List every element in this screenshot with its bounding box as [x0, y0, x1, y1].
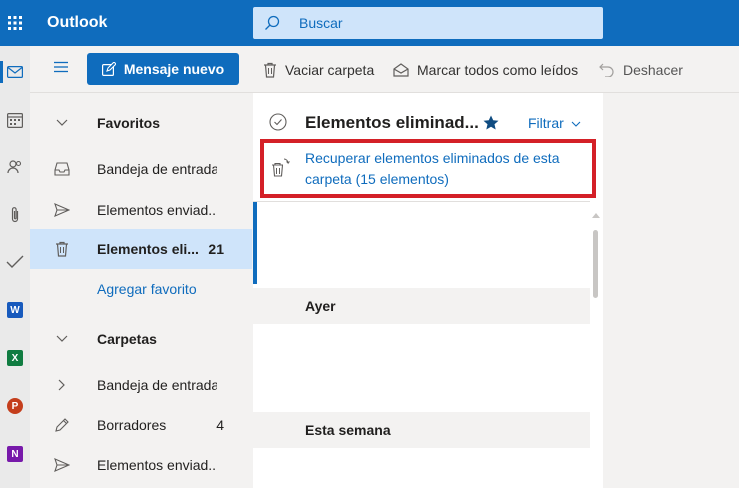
recover-trash-icon — [269, 157, 291, 184]
word-icon[interactable]: W — [0, 293, 30, 327]
todo-icon[interactable] — [0, 245, 30, 279]
fav-inbox-label: Bandeja de entrada — [97, 161, 217, 177]
app-title[interactable]: Outlook — [47, 0, 107, 46]
folder-inbox-item[interactable]: Bandeja de entrada — [30, 365, 252, 405]
fav-sent-item[interactable]: Elementos enviad... — [30, 190, 252, 230]
attach-icon[interactable] — [0, 198, 30, 232]
scrollbar-thumb[interactable] — [593, 230, 598, 298]
new-message-label: Mensaje nuevo — [123, 61, 225, 77]
top-bar: Outlook — [0, 0, 739, 46]
scroll-up-icon[interactable] — [592, 205, 600, 223]
folder-drafts-label: Borradores — [97, 417, 167, 433]
fav-inbox-item[interactable]: Bandeja de entrada — [30, 149, 252, 189]
empty-folder-button[interactable]: Vaciar carpeta — [263, 46, 374, 93]
group-yesterday-label: Ayer — [305, 298, 336, 314]
fav-deleted-count: 21 — [208, 241, 224, 257]
inbox-icon — [54, 161, 70, 177]
calendar-icon[interactable] — [0, 103, 30, 137]
list-scrollbar[interactable] — [590, 202, 603, 488]
mark-all-read-button[interactable]: Marcar todos como leídos — [393, 46, 578, 93]
recover-deleted-link[interactable]: Recuperar elementos eliminados de esta c… — [305, 148, 595, 190]
add-favorite-label: Agregar favorito — [97, 281, 197, 297]
reading-pane — [603, 93, 739, 488]
fav-deleted-item[interactable]: Elementos eli... 21 — [30, 229, 252, 269]
group-header-this-week: Esta semana — [253, 412, 590, 448]
message-item[interactable] — [253, 449, 590, 488]
select-all-checkbox[interactable] — [269, 113, 287, 136]
chevron-right-icon[interactable] — [54, 377, 70, 393]
trash-icon — [54, 241, 70, 257]
app-rail: W X P N — [0, 46, 30, 488]
onenote-icon[interactable]: N — [0, 437, 30, 471]
mail-icon[interactable] — [0, 55, 30, 89]
pencil-icon — [54, 417, 70, 433]
chevron-down-icon — [54, 115, 70, 131]
trash-icon — [264, 62, 276, 78]
powerpoint-icon[interactable]: P — [0, 389, 30, 423]
folders-section[interactable]: Carpetas — [30, 319, 252, 359]
favorite-star-icon[interactable] — [483, 115, 499, 135]
search-input[interactable] — [299, 7, 589, 39]
folders-label: Carpetas — [97, 331, 157, 347]
excel-icon[interactable]: X — [0, 341, 30, 375]
people-icon[interactable] — [0, 150, 30, 184]
folder-sent-label: Elementos enviad... — [97, 457, 217, 473]
send-icon — [54, 202, 70, 218]
message-item[interactable] — [257, 202, 590, 284]
add-favorite-link[interactable]: Agregar favorito — [30, 269, 252, 309]
mark-all-read-label: Marcar todos como leídos — [417, 61, 579, 78]
folder-inbox-label: Bandeja de entrada — [97, 377, 217, 393]
folder-pane: Favoritos Bandeja de entrada Elementos e… — [30, 93, 252, 488]
search-box[interactable] — [253, 7, 603, 39]
group-header-yesterday: Ayer — [253, 288, 590, 324]
undo-icon — [599, 63, 614, 77]
search-icon — [264, 15, 280, 36]
fav-sent-label: Elementos enviad... — [97, 202, 217, 218]
empty-folder-label: Vaciar carpeta — [285, 61, 375, 78]
undo-label: Deshacer — [623, 61, 683, 78]
app-launcher-icon[interactable] — [0, 0, 30, 46]
compose-icon — [101, 62, 116, 76]
folder-sent-item[interactable]: Elementos enviad... — [30, 445, 252, 485]
new-message-button[interactable]: Mensaje nuevo — [87, 53, 239, 85]
chevron-down-icon — [571, 121, 581, 127]
undo-button[interactable]: Deshacer — [599, 46, 683, 93]
list-header: Elementos eliminad... Filtrar — [253, 93, 603, 143]
folder-drafts-count: 4 — [216, 417, 224, 433]
group-this-week-label: Esta semana — [305, 422, 391, 438]
message-item[interactable] — [253, 324, 590, 412]
recover-deleted-banner[interactable]: Recuperar elementos eliminados de esta c… — [260, 139, 596, 198]
message-list: Elementos eliminad... Filtrar Recuperar … — [253, 93, 603, 488]
send-icon — [54, 457, 70, 473]
favorites-label: Favoritos — [97, 115, 161, 131]
favorites-section[interactable]: Favoritos — [30, 103, 252, 143]
command-bar: Mensaje nuevo Vaciar carpeta Marcar todo… — [30, 46, 739, 93]
filter-label: Filtrar — [528, 115, 564, 131]
hamburger-menu-icon[interactable] — [53, 60, 69, 78]
folder-drafts-item[interactable]: Borradores 4 — [30, 405, 252, 445]
fav-deleted-label: Elementos eli... — [97, 241, 199, 257]
open-envelope-icon — [393, 62, 409, 77]
chevron-down-icon — [54, 331, 70, 347]
